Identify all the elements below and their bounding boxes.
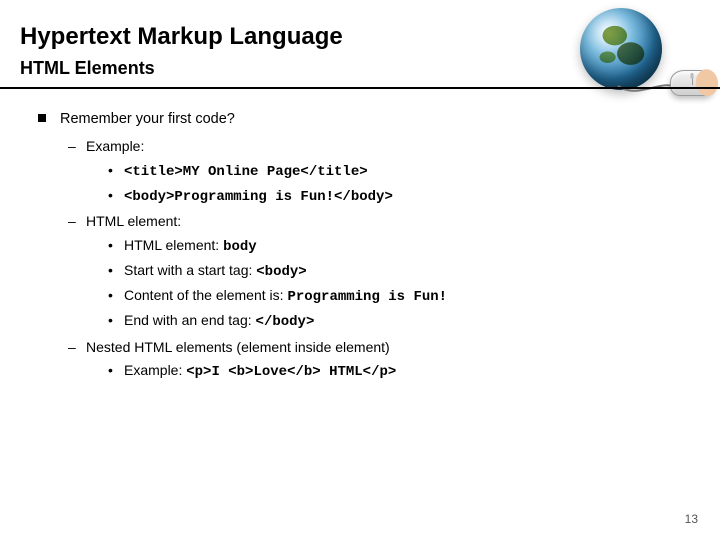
page-number: 13 bbox=[685, 512, 698, 526]
elem-line-4-text: End with an end tag: bbox=[124, 312, 256, 328]
section-html-element: HTML element: HTML element: body Start w… bbox=[68, 211, 696, 332]
section-nested-heading: Nested HTML elements (element inside ele… bbox=[86, 339, 390, 355]
divider bbox=[20, 83, 696, 93]
square-bullet-icon bbox=[38, 114, 46, 122]
elem-line-4-code: </body> bbox=[256, 314, 315, 330]
section-html-element-heading: HTML element: bbox=[86, 213, 181, 229]
elem-line-2: Start with a start tag: <body> bbox=[108, 260, 696, 282]
top-bullet-text: Remember your first code? bbox=[60, 109, 235, 130]
elem-line-4: End with an end tag: </body> bbox=[108, 310, 696, 332]
elem-line-3: Content of the element is: Programming i… bbox=[108, 285, 696, 307]
hand-icon bbox=[686, 60, 720, 102]
section-example-heading: Example: bbox=[86, 138, 144, 154]
example-code-1: <title>MY Online Page</title> bbox=[108, 160, 696, 182]
elem-line-2-code: <body> bbox=[256, 264, 306, 280]
elem-line-1-code: body bbox=[223, 239, 257, 255]
slide-body: Remember your first code? Example: <titl… bbox=[20, 103, 696, 382]
example-code-2: <body>Programming is Fun!</body> bbox=[108, 185, 696, 207]
slide: Hypertext Markup Language HTML Elements … bbox=[0, 0, 720, 540]
elem-line-1-text: HTML element: bbox=[124, 237, 223, 253]
elem-line-1: HTML element: body bbox=[108, 235, 696, 257]
globe-landmass bbox=[586, 14, 658, 86]
nested-example-code: <p>I <b>Love</b> HTML</p> bbox=[186, 364, 396, 380]
code-body-tag: <body>Programming is Fun!</body> bbox=[124, 189, 393, 205]
elem-line-3-text: Content of the element is: bbox=[124, 287, 287, 303]
elem-line-2-text: Start with a start tag: bbox=[124, 262, 256, 278]
elem-line-3-code: Programming is Fun! bbox=[287, 289, 447, 305]
section-nested: Nested HTML elements (element inside ele… bbox=[68, 337, 696, 383]
nested-example: Example: <p>I <b>Love</b> HTML</p> bbox=[108, 360, 696, 382]
section-example: Example: <title>MY Online Page</title> <… bbox=[68, 136, 696, 207]
top-bullet-row: Remember your first code? bbox=[38, 109, 696, 130]
nested-example-text: Example: bbox=[124, 362, 186, 378]
code-title-tag: <title>MY Online Page</title> bbox=[124, 164, 368, 180]
